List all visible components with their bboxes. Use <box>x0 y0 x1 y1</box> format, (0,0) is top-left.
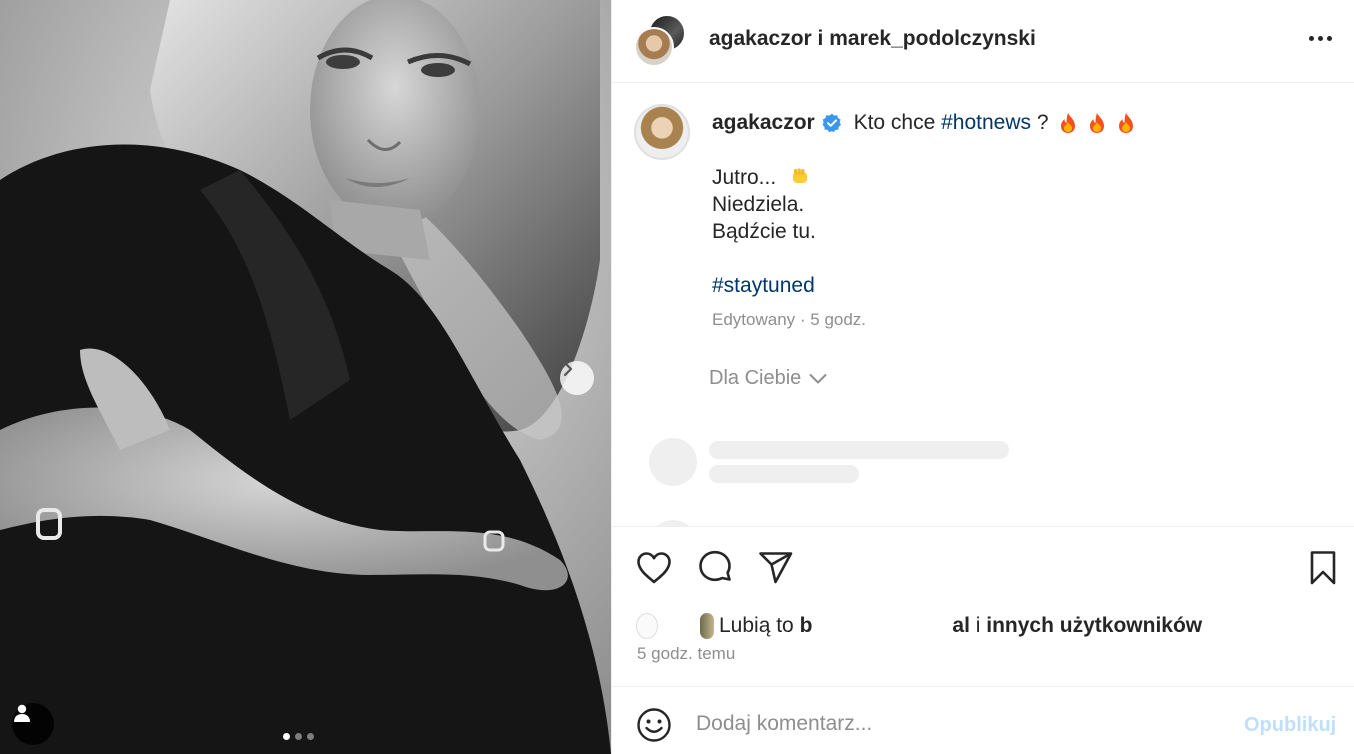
likes-prefix: Lubią to <box>719 614 800 637</box>
emoji-icon[interactable] <box>636 707 672 743</box>
post-authors[interactable]: agakaczor i marek_podolczynski <box>709 27 1036 51</box>
more-icon <box>1308 35 1332 41</box>
loading-comment-avatar <box>649 438 697 486</box>
for-you-dropdown[interactable]: Dla Ciebie <box>709 367 827 390</box>
caption-line-1-text: Jutro... <box>712 166 777 189</box>
chevron-right-icon <box>563 361 573 377</box>
caption-body: Jutro... Niedziela. Bądźcie tu. #staytun… <box>712 164 816 299</box>
caption-avatar[interactable] <box>634 104 690 160</box>
post-photo[interactable] <box>0 0 611 754</box>
likes-summary[interactable]: Lubią to b al i innych użytkowników <box>636 613 1202 639</box>
more-options-button[interactable] <box>1305 26 1335 50</box>
tagged-users-button[interactable] <box>12 703 54 745</box>
liker-username-start[interactable]: b <box>800 614 813 638</box>
share-icon[interactable] <box>757 549 795 587</box>
post-header: agakaczor i marek_podolczynski <box>612 0 1354 83</box>
loading-comment-line <box>709 465 859 483</box>
caption-first-line: agakaczor Kto chce #hotnews ? <box>712 111 1136 135</box>
other-likers-link[interactable]: innych użytkowników <box>986 614 1202 638</box>
caption-line-2: Niedziela. <box>712 193 805 216</box>
post-actions: Lubią to b al i innych użytkowników 5 go… <box>612 526 1354 686</box>
fire-icon <box>1089 113 1104 133</box>
liker-avatar[interactable] <box>636 613 658 639</box>
collab-avatars[interactable] <box>634 14 686 67</box>
loading-comment-line <box>709 441 1009 459</box>
publish-button[interactable]: Opublikuj <box>1244 714 1336 737</box>
for-you-label: Dla Ciebie <box>709 367 802 389</box>
comment-icon[interactable] <box>696 549 734 587</box>
caption-line-1: Jutro... <box>712 164 816 191</box>
caption-username[interactable]: agakaczor <box>712 111 815 135</box>
fire-icon <box>1060 113 1075 133</box>
liker-avatar[interactable] <box>700 613 714 639</box>
carousel-dot-1 <box>283 733 290 740</box>
bookmark-icon[interactable] <box>1304 549 1342 587</box>
photo-illustration <box>0 0 611 754</box>
carousel-indicator <box>283 733 314 740</box>
post-time[interactable]: 5 godz. temu <box>637 644 735 664</box>
heart-icon[interactable] <box>635 549 673 587</box>
fist-icon <box>793 168 808 183</box>
caption-text-1: Kto chce <box>847 111 942 134</box>
comment-input[interactable] <box>696 709 1216 739</box>
fire-icon <box>1118 113 1133 133</box>
likes-join: i <box>969 614 987 637</box>
hashtag-hotnews-link[interactable]: #hotnews <box>941 111 1031 135</box>
liker-username-end[interactable]: al <box>952 614 970 638</box>
add-comment-bar: Opublikuj <box>612 686 1354 754</box>
chevron-down-icon <box>809 373 827 383</box>
carousel-dot-3 <box>307 733 314 740</box>
post-side-panel: agakaczor i marek_podolczynski agakaczor… <box>611 0 1354 754</box>
caption-line-3: Bądźcie tu. <box>712 220 816 243</box>
verified-icon <box>822 113 842 133</box>
carousel-dot-2 <box>295 733 302 740</box>
user-tag-icon <box>14 704 30 722</box>
caption-area: agakaczor Kto chce #hotnews ? Jutro... N… <box>612 84 1354 526</box>
caption-text-2: ? <box>1031 111 1049 134</box>
next-photo-button[interactable] <box>560 361 594 395</box>
hashtag-staytuned-link[interactable]: #staytuned <box>712 274 815 297</box>
edited-timestamp: Edytowany · 5 godz. <box>712 310 867 329</box>
avatar-agakaczor[interactable] <box>634 27 674 67</box>
